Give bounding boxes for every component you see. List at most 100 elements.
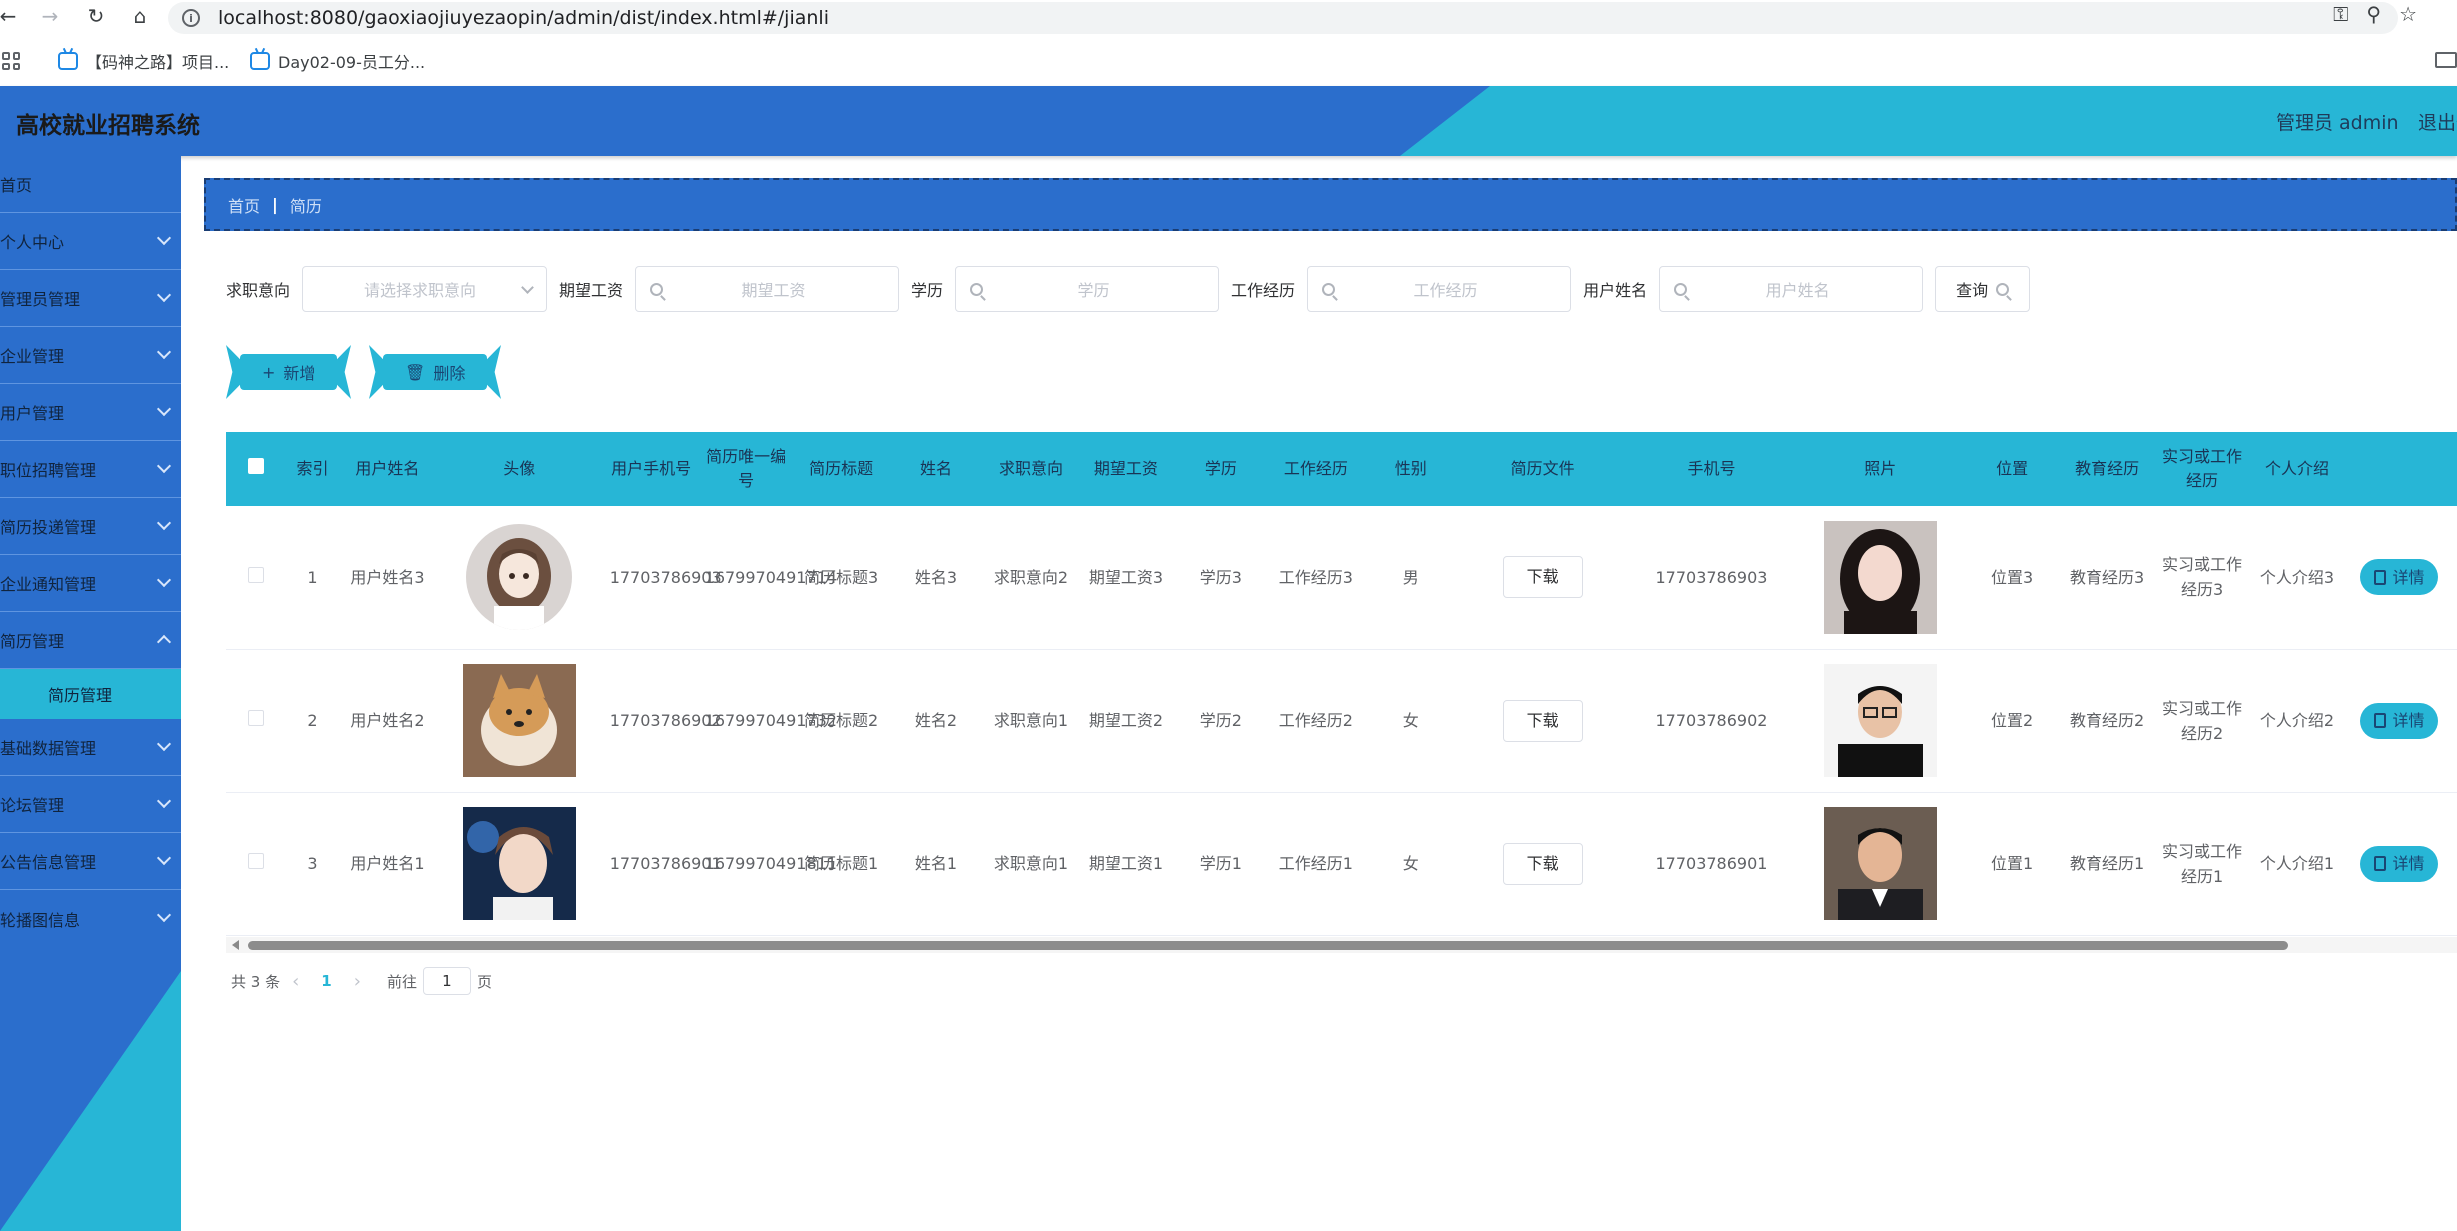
sidebar-item-forum[interactable]: 论坛管理 [0, 776, 181, 833]
address-bar[interactable]: i localhost:8080/gaoxiaojiuyezaopin/admi… [168, 2, 2398, 34]
select-all-checkbox[interactable] [247, 458, 264, 474]
column-header: 用户姓名 [355, 459, 420, 478]
cell-username: 用户姓名3 [350, 567, 425, 587]
apps-icon[interactable] [2, 52, 20, 70]
row-checkbox[interactable] [247, 566, 264, 583]
page-jump-input[interactable]: 1 [422, 967, 471, 995]
reload-icon[interactable]: ↻ [82, 2, 110, 30]
trash-icon: 🗑 [405, 362, 426, 382]
column-header: 手机号 [1687, 459, 1736, 478]
goto-label: 前往 [386, 972, 417, 991]
sidebar-item-label: 用户管理 [0, 404, 65, 423]
cell-mobile: 17703786903 [1655, 567, 1768, 587]
table-row: 2 用户姓名2 17703786902 1679970491732 简历标题2 … [226, 649, 2457, 792]
forward-icon[interactable]: → [36, 2, 64, 30]
breadcrumb-separator: | [272, 195, 278, 214]
cell-username: 用户姓名2 [350, 711, 425, 730]
name-label: 用户姓名 [1583, 281, 1648, 300]
column-header: 索引 [296, 459, 329, 478]
sidebar-item-label: 公告信息管理 [0, 853, 97, 872]
sidebar-item-user-management[interactable]: 用户管理 [0, 384, 181, 441]
cell-name: 姓名3 [914, 567, 958, 587]
sidebar-item-personal-center[interactable]: 个人中心 [0, 213, 181, 270]
sidebar-item-carousel[interactable]: 轮播图信息 [0, 890, 181, 947]
add-button[interactable]: + 新增 [226, 345, 351, 399]
prev-page-icon[interactable]: ‹ [292, 971, 299, 992]
chevron-down-icon [156, 287, 172, 303]
star-icon[interactable]: ☆ [2399, 2, 2417, 26]
cell-internship: 实习或工作经历2 [2162, 698, 2243, 743]
plus-icon: + [262, 362, 276, 382]
download-button[interactable]: 下载 [1502, 842, 1583, 885]
site-info-icon[interactable]: i [182, 9, 200, 27]
page-number-current[interactable]: 1 [321, 972, 331, 990]
bookmark-item[interactable]: Day02-09-员工分... [250, 49, 425, 73]
bookmark-item[interactable]: 【码神之路】项目... [58, 49, 229, 73]
download-button[interactable]: 下载 [1502, 556, 1583, 599]
cell-education: 教育经历2 [2069, 711, 2145, 730]
chevron-down-icon [156, 572, 172, 588]
column-header: 简历唯一编号 [706, 447, 787, 490]
name-input[interactable]: 用户姓名 [1659, 266, 1924, 312]
zoom-icon[interactable]: ⚲ [2366, 2, 2381, 26]
cell-name: 姓名2 [914, 711, 958, 730]
breadcrumb-home[interactable]: 首页 [228, 193, 260, 217]
document-icon [2374, 713, 2387, 728]
sidebar-subitem-resume[interactable]: 简历管理 [0, 669, 181, 719]
sidebar-item-job-management[interactable]: 职位招聘管理 [0, 441, 181, 498]
cell-location: 位置1 [1991, 854, 2034, 873]
detail-button[interactable]: 详情 [2360, 702, 2439, 739]
horizontal-scrollbar[interactable] [226, 937, 2457, 953]
sidebar-item-company-management[interactable]: 企业管理 [0, 327, 181, 384]
page-suffix-label: 页 [476, 972, 492, 991]
chevron-down-icon [156, 230, 172, 246]
pagination-total: 共 3 条 [231, 972, 281, 991]
sidebar-item-basic-data[interactable]: 基础数据管理 [0, 719, 181, 776]
edu-input[interactable]: 学历 [955, 266, 1220, 312]
column-header: 头像 [503, 459, 536, 478]
cell-resume-no: 1679970491732 [704, 711, 837, 730]
delete-button[interactable]: 🗑 删除 [369, 345, 501, 399]
query-button[interactable]: 查询 [1935, 266, 2031, 312]
sidebar-item-admin-management[interactable]: 管理员管理 [0, 270, 181, 327]
cell-exp: 工作经历2 [1278, 711, 1353, 730]
home-icon[interactable]: ⌂ [126, 2, 154, 30]
scroll-left-icon[interactable] [232, 940, 239, 950]
scrollbar-thumb[interactable] [248, 941, 2288, 950]
column-header: 姓名 [920, 459, 953, 478]
back-icon[interactable]: ← [0, 2, 22, 30]
row-checkbox[interactable] [247, 710, 264, 726]
logout-button[interactable]: 退出登录 [2418, 108, 2457, 135]
detail-button[interactable]: 详情 [2360, 845, 2439, 882]
search-icon [1996, 282, 2010, 296]
photo-man-suit-image [1823, 807, 1937, 920]
cell-gender: 女 [1402, 854, 1419, 873]
download-button[interactable]: 下载 [1502, 699, 1583, 742]
document-icon [2374, 856, 2387, 871]
chevron-down-icon [156, 793, 172, 809]
chevron-down-icon [156, 458, 172, 474]
cell-gender: 男 [1402, 567, 1419, 587]
breadcrumb: 首页 | 简历 [204, 178, 2457, 231]
sidebar-item-delivery-management[interactable]: 简历投递管理 [0, 498, 181, 555]
row-checkbox[interactable] [247, 853, 264, 869]
sidebar-item-announcement[interactable]: 公告信息管理 [0, 833, 181, 890]
salary-input[interactable]: 期望工资 [635, 266, 900, 312]
key-icon[interactable]: ⚿ [2333, 2, 2348, 26]
bookmark-folder-icon[interactable] [2435, 52, 2457, 68]
photo-man-glasses-image [1823, 664, 1937, 777]
detail-button[interactable]: 详情 [2360, 559, 2439, 596]
pagination: 共 3 条 ‹ 1 › 前往 1 页 [231, 966, 492, 996]
intent-select[interactable]: 请选择求职意向 [302, 266, 548, 312]
sidebar-item-resume-management[interactable]: 简历管理 [0, 612, 181, 669]
cell-index: 2 [307, 711, 318, 730]
exp-input[interactable]: 工作经历 [1307, 266, 1572, 312]
column-header: 工作经历 [1283, 459, 1348, 478]
chevron-up-icon [156, 634, 172, 650]
sidebar-item-notice-management[interactable]: 企业通知管理 [0, 555, 181, 612]
sidebar-item-home[interactable]: 首页 [0, 156, 181, 213]
admin-label: 管理员 admin [2276, 112, 2399, 134]
column-header: 期望工资 [1093, 459, 1158, 478]
column-header: 简历文件 [1510, 459, 1575, 478]
next-page-icon[interactable]: › [354, 971, 361, 992]
